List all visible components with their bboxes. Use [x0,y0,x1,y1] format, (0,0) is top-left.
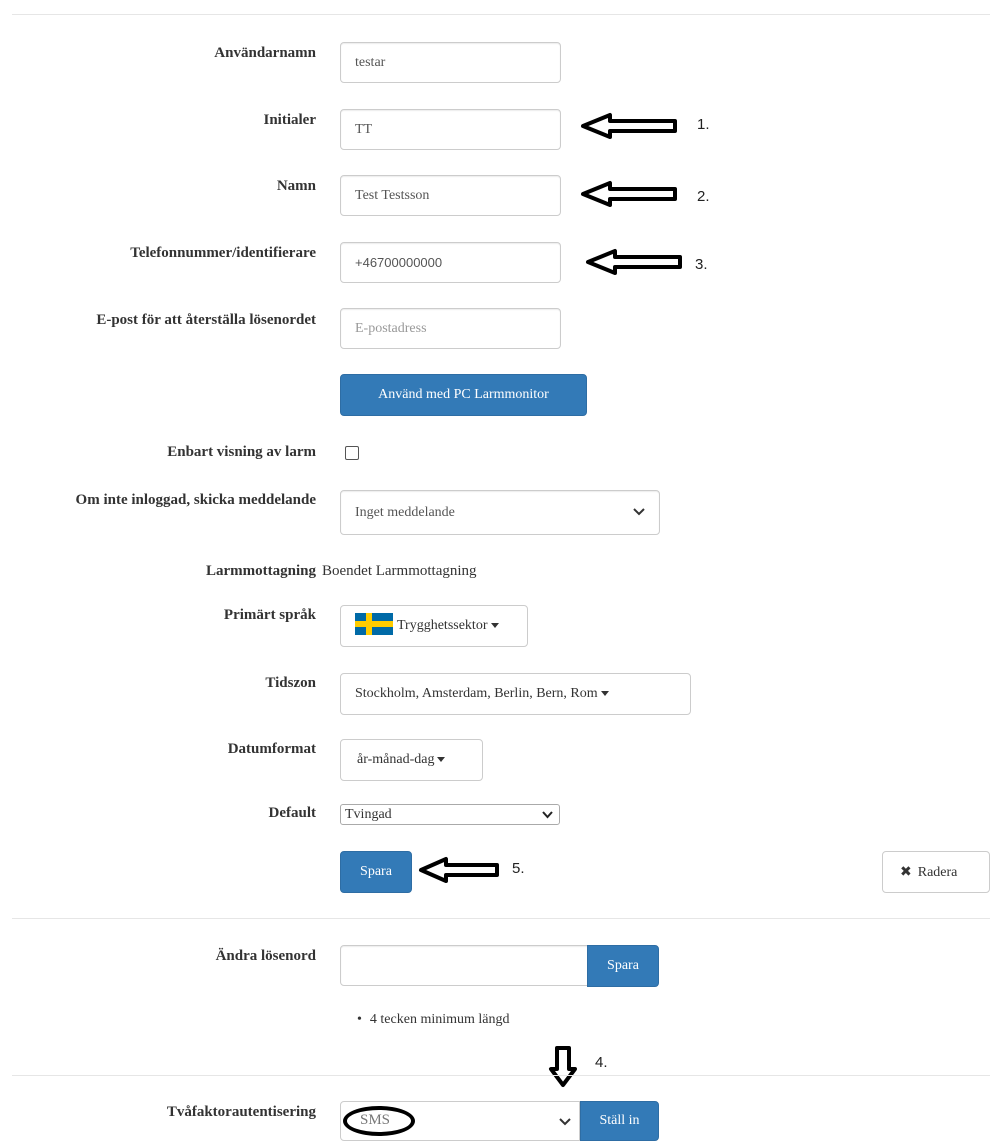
default-select-value: Tvingad [345,807,392,822]
annotation-arrow-1-icon [581,113,677,139]
phone-label: Telefonnummer/identifierare [130,245,316,261]
alarm-reception-value: Boendet Larmmottagning [322,563,477,579]
close-icon: ✖ [900,864,912,880]
swedish-flag-icon [355,612,393,635]
name-input[interactable]: Test Testsson [340,175,561,216]
new-password-input[interactable] [340,945,590,986]
name-label: Namn [276,178,316,194]
email-label: E-post för att återställa lösenordet [96,312,316,328]
primary-language-label: Primärt språk [223,607,316,623]
default-select[interactable]: Tvingad [340,804,560,825]
annotation-arrow-4-icon [549,1046,577,1087]
chevron-down-icon [542,811,553,819]
change-password-label: Ändra lösenord [215,948,316,964]
default-label: Default [268,805,317,821]
annotation-5: 5. [512,860,525,877]
bullet: • [357,1012,362,1027]
set-two-factor-button[interactable]: Ställ in [580,1101,659,1141]
two-factor-select[interactable]: SMS [340,1101,580,1141]
not-logged-in-select[interactable]: Inget meddelande [340,490,660,535]
view-only-label: Enbart visning av larm [167,444,316,460]
annotation-4: 4. [595,1054,608,1071]
section-divider [12,1075,990,1076]
caret-down-icon [437,757,446,763]
view-only-checkbox[interactable] [345,446,359,460]
phone-input[interactable]: +46700000000 [340,242,561,283]
section-divider [12,918,990,919]
date-format-dropdown[interactable]: år-månad-dag [340,739,483,781]
not-logged-in-label: Om inte inloggad, skicka meddelande [75,492,316,508]
chevron-down-icon [559,1118,571,1126]
primary-language-value: Trygghetssektor [397,618,488,633]
alarm-reception-label: Larmmottagning [206,563,316,579]
caret-down-icon [600,691,609,697]
annotation-3: 3. [695,256,708,273]
delete-button-label: Radera [917,865,958,880]
password-hint: • 4 tecken minimum längd [357,1012,510,1028]
date-format-label: Datumformat [227,741,316,757]
annotation-arrow-3-icon [586,249,682,275]
annotation-arrow-2-icon [581,181,677,207]
initials-label: Initialer [263,112,317,128]
annotation-1: 1. [697,116,710,133]
not-logged-in-select-value: Inget meddelande [355,505,455,520]
two-factor-value: SMS [360,1112,391,1128]
username-label: Användarnamn [214,45,316,61]
timezone-value: Stockholm, Amsterdam, Berlin, Bern, Rom [355,686,598,701]
caret-down-icon [490,623,499,629]
two-factor-label: Tvåfaktorautentisering [166,1104,316,1120]
annotation-2: 2. [697,188,710,205]
top-divider [12,14,990,15]
annotation-arrow-5-icon [419,857,499,883]
delete-button[interactable]: ✖ Radera [882,851,990,893]
timezone-dropdown[interactable]: Stockholm, Amsterdam, Berlin, Bern, Rom [340,673,691,715]
primary-language-dropdown[interactable]: Trygghetssektor [340,605,528,647]
username-input[interactable]: testar [340,42,561,83]
initials-input[interactable]: TT [340,109,561,150]
chevron-down-icon [633,508,645,516]
email-input[interactable]: E-postadress [340,308,561,349]
save-password-button[interactable]: Spara [587,945,659,987]
use-with-pc-alarm-monitor-button[interactable]: Använd med PC Larmmonitor [340,374,587,416]
timezone-label: Tidszon [265,675,316,691]
password-hint-text: 4 tecken minimum längd [369,1012,510,1027]
date-format-value: år-månad-dag [357,752,435,767]
save-button[interactable]: Spara [340,851,412,893]
